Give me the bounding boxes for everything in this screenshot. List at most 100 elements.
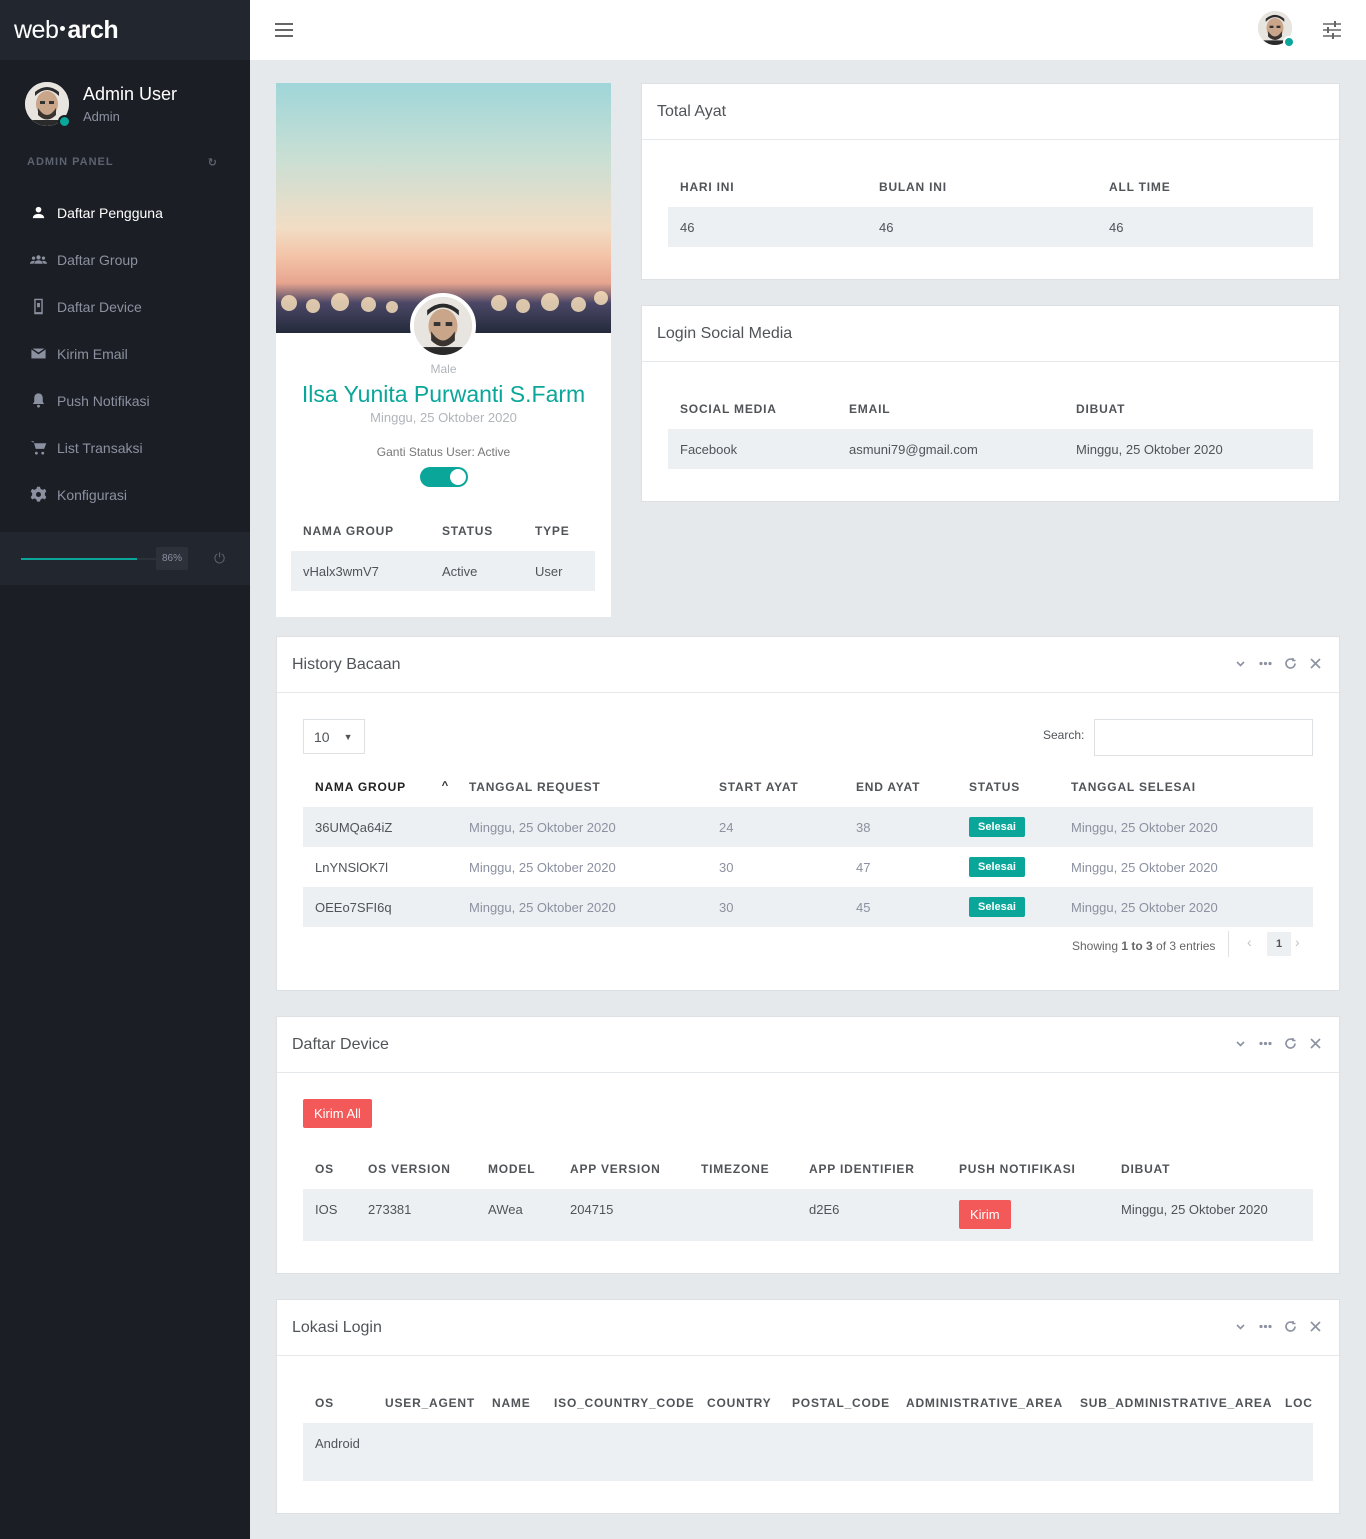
table-cell [1068, 1423, 1273, 1481]
admin-panel-title: ADMIN PANEL ↻ [0, 126, 250, 169]
column-header: DIBUAT [1121, 1162, 1171, 1176]
menu-toggle-icon[interactable] [275, 23, 293, 41]
sidebar-item-label: Daftar Group [57, 251, 138, 268]
column-header[interactable]: START AYAT [707, 767, 844, 807]
column-header: OS [315, 1162, 334, 1176]
history-table: NAMA GROUP ^ TANGGAL REQUEST START AYAT E… [303, 767, 1313, 927]
device-icon [34, 298, 43, 315]
column-header: OS [315, 1396, 334, 1410]
more-icon[interactable] [1259, 657, 1272, 670]
column-header: ALL TIME [1109, 180, 1171, 194]
table-cell: 46 [867, 207, 1097, 247]
table-cell: Minggu, 25 Oktober 2020 [1064, 429, 1313, 469]
reload-icon[interactable] [1284, 1320, 1297, 1333]
reload-icon[interactable] [1284, 657, 1297, 670]
column-header: SOCIAL MEDIA [680, 402, 777, 416]
table-row: 46 46 46 [668, 207, 1313, 247]
page-size-select[interactable]: 10 ▼ [303, 719, 365, 754]
prev-page-icon[interactable]: ‹ [1247, 934, 1252, 950]
column-header-sortable[interactable]: NAMA GROUP ^ [303, 767, 457, 807]
progress-label: 86% [156, 547, 189, 570]
column-header[interactable]: TANGGAL REQUEST [457, 767, 707, 807]
collapse-icon[interactable] [1234, 1037, 1247, 1050]
column-header: BULAN INI [879, 180, 947, 194]
search-label: Search: [1043, 728, 1085, 742]
sidebar-item-daftar-group[interactable]: Daftar Group [0, 236, 250, 283]
table-row: 36UMQa64iZ Minggu, 25 Oktober 2020 24 38… [303, 807, 1313, 847]
table-cell: IOS [303, 1189, 356, 1241]
table-cell [894, 1423, 1068, 1481]
card-title: Login Social Media [642, 306, 1339, 362]
next-page-icon[interactable]: › [1295, 934, 1300, 950]
power-icon[interactable]: ⏻ [214, 550, 225, 567]
page-button[interactable]: 1 [1267, 932, 1291, 956]
table-cell [689, 1189, 797, 1241]
sidebar-item-konfigurasi[interactable]: Konfigurasi [0, 471, 250, 518]
close-icon[interactable] [1309, 1037, 1322, 1050]
more-icon[interactable] [1259, 1037, 1272, 1050]
sidebar-item-daftar-device[interactable]: Daftar Device [0, 283, 250, 330]
avatar[interactable] [25, 82, 71, 128]
refresh-icon[interactable]: ↻ [208, 156, 218, 169]
profile-gender: Male [430, 362, 457, 376]
column-header: NAME [492, 1396, 531, 1410]
sliders-icon[interactable] [1322, 20, 1342, 40]
column-header: TIMEZONE [701, 1162, 770, 1176]
sidebar-item-kirim-email[interactable]: Kirim Email [0, 330, 250, 377]
column-header: HARI INI [680, 180, 735, 194]
table-cell: 38 [844, 807, 957, 847]
column-header[interactable]: END AYAT [844, 767, 957, 807]
column-header: USER_AGENT [385, 1396, 476, 1410]
table-cell: 46 [668, 207, 867, 247]
lokasi-card: Lokasi Login OS USER_AGENT NAME ISO_COUN… [276, 1299, 1340, 1514]
brand-logo[interactable]: web arch [0, 0, 250, 60]
panel-title-label: ADMIN PANEL [27, 156, 114, 168]
caret-down-icon: ▼ [343, 731, 353, 742]
table-cell: Minggu, 25 Oktober 2020 [457, 807, 707, 847]
close-icon[interactable] [1309, 1320, 1322, 1333]
sidebar-item-list-transaksi[interactable]: List Transaksi [0, 424, 250, 471]
table-cell: asmuni79@gmail.com [837, 429, 1064, 469]
table-cell: 45 [844, 887, 957, 927]
card-title: Lokasi Login [292, 1318, 382, 1336]
sidebar-item-label: Daftar Pengguna [57, 204, 163, 221]
sidebar-item-label: Daftar Device [57, 298, 142, 315]
brand-part2: arch [67, 15, 119, 44]
info-range: 1 to 3 [1121, 939, 1153, 953]
lokasi-table-wrap[interactable]: OS USER_AGENT NAME ISO_COUNTRY_CODE COUN… [303, 1383, 1313, 1481]
collapse-icon[interactable] [1234, 657, 1247, 670]
collapse-icon[interactable] [1234, 1320, 1247, 1333]
reload-icon[interactable] [1284, 1037, 1297, 1050]
brand-dot [60, 25, 66, 31]
more-icon[interactable] [1259, 1320, 1272, 1333]
table-cell: 36UMQa64iZ [303, 807, 457, 847]
page-size-value: 10 [314, 728, 330, 745]
sort-asc-icon: ^ [441, 780, 449, 792]
email-icon [31, 347, 46, 359]
column-header: EMAIL [849, 402, 891, 416]
column-header[interactable]: TANGGAL SELESAI [1059, 767, 1313, 807]
status-toggle[interactable] [419, 467, 468, 487]
sidebar-item-push-notifikasi[interactable]: Push Notifikasi [0, 377, 250, 424]
card-title: History Bacaan [292, 655, 401, 673]
table-cell: Minggu, 25 Oktober 2020 [457, 887, 707, 927]
profile-name: Ilsa Yunita Purwanti S.Farm [301, 381, 586, 407]
search-input[interactable] [1094, 719, 1313, 756]
send-all-button[interactable]: Kirim All [303, 1099, 372, 1128]
table-row: Android [303, 1423, 1313, 1481]
column-header[interactable]: STATUS [957, 767, 1059, 807]
column-header: POSTAL_CODE [792, 1396, 890, 1410]
send-button[interactable]: Kirim [959, 1200, 1011, 1229]
total-ayat-card: Total Ayat HARI INI BULAN INI ALL TIME 4… [641, 83, 1340, 280]
sidebar: web arch Admin User Admin ADMIN PANEL ↻ D… [0, 0, 250, 1539]
column-header: LOCA [1285, 1396, 1313, 1410]
login-social-table: SOCIAL MEDIA EMAIL DIBUAT Facebook asmun… [668, 389, 1313, 469]
table-cell: LnYNSlOK7l [315, 859, 388, 875]
top-avatar[interactable] [1258, 11, 1295, 48]
table-cell: OEEo7SFI6q [303, 887, 457, 927]
sidebar-item-daftar-pengguna[interactable]: Daftar Pengguna [0, 189, 250, 236]
sidebar-item-label: List Transaksi [57, 439, 143, 456]
close-icon[interactable] [1309, 657, 1322, 670]
brand-part1: web [14, 15, 59, 44]
table-row: vHalx3wmV7 Active User [291, 551, 595, 591]
